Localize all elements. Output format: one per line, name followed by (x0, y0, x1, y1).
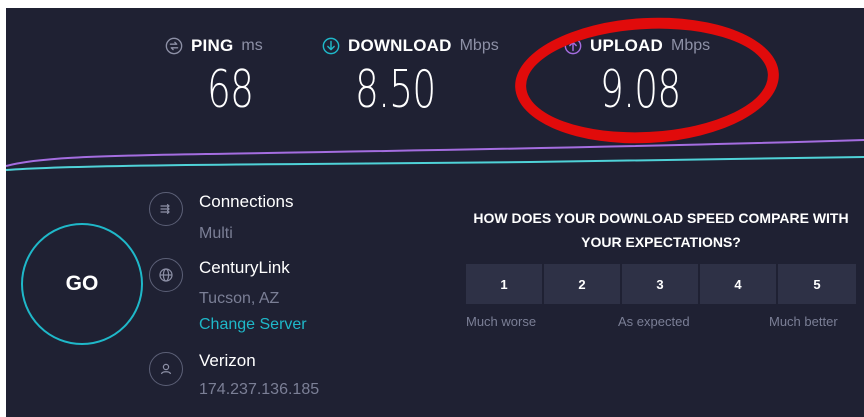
speed-graph (6, 139, 864, 171)
download-icon (322, 37, 340, 55)
scale-high-label: Much better (769, 314, 838, 329)
rating-options: 1 2 3 4 5 (466, 264, 856, 304)
go-label: GO (65, 272, 99, 295)
rating-option-2[interactable]: 2 (544, 264, 620, 304)
scale-mid-label: As expected (618, 314, 690, 329)
ping-unit: ms (241, 37, 263, 54)
download-metric: DOWNLOAD Mbps 8.50 (322, 36, 499, 120)
isp-name: Verizon (199, 351, 256, 370)
go-button[interactable]: GO (21, 223, 143, 345)
rating-option-5[interactable]: 5 (778, 264, 856, 304)
change-server-link[interactable]: Change Server (199, 316, 307, 334)
download-label: DOWNLOAD (348, 36, 452, 55)
connections-icon (149, 192, 183, 226)
server-location: Tucson, AZ (199, 290, 280, 307)
speedtest-result-panel: PING ms 68 DOWNLOAD Mbps 8.50 UPLOAD Mbp… (6, 8, 864, 417)
rating-option-3[interactable]: 3 (622, 264, 698, 304)
globe-icon (149, 258, 183, 292)
user-icon (149, 352, 183, 386)
isp-ip: 174.237.136.185 (199, 381, 320, 398)
ping-icon (165, 37, 183, 55)
survey-question: HOW DOES YOUR DOWNLOAD SPEED COMPARE WIT… (473, 210, 849, 250)
ping-metric: PING ms 68 (165, 36, 263, 120)
scale-low-label: Much worse (466, 314, 537, 329)
download-unit: Mbps (459, 37, 499, 54)
connections-value: Multi (199, 225, 233, 242)
rating-option-4[interactable]: 4 (700, 264, 776, 304)
server-name: CenturyLink (199, 258, 290, 277)
ping-label: PING (191, 36, 234, 55)
ping-value: 68 (207, 60, 254, 120)
download-value: 8.50 (355, 60, 436, 120)
rating-option-1[interactable]: 1 (466, 264, 542, 304)
download-graph-line (6, 156, 864, 171)
connections-title: Connections (199, 192, 294, 211)
